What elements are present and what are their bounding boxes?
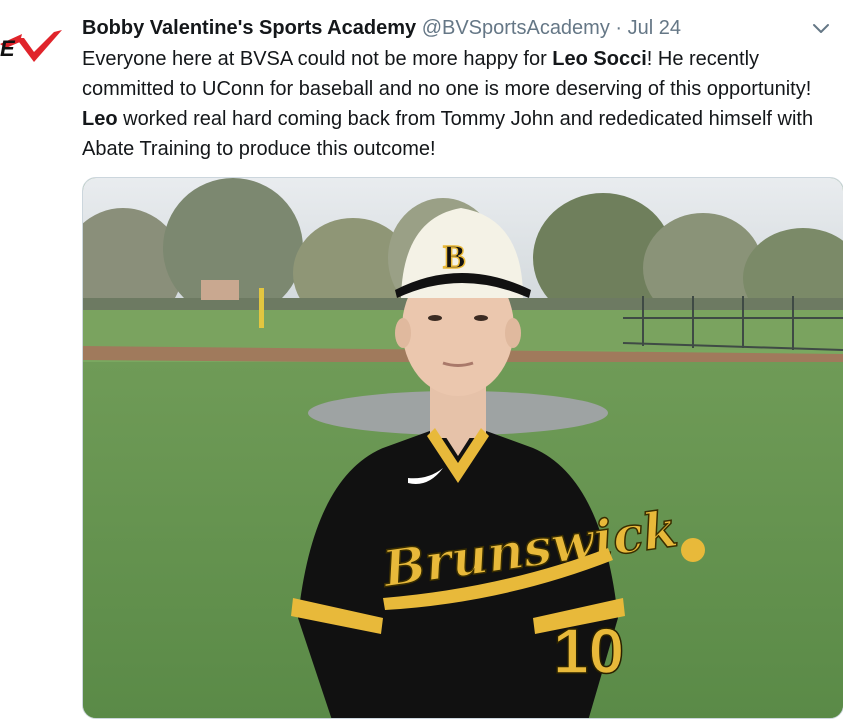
tweet-text-segment: worked real hard coming back from Tommy … <box>82 108 814 160</box>
separator-dot: · <box>615 17 623 39</box>
tweet[interactable]: E Bobby Valentine's Sports Academy @BVSp… <box>0 0 843 719</box>
mention-text: Leo Socci <box>552 48 647 70</box>
svg-text:E: E <box>0 36 16 61</box>
bv-logo-icon: E <box>0 30 62 62</box>
tweet-date[interactable]: Jul 24 <box>628 17 681 39</box>
tweet-text: Everyone here at BVSA could not be more … <box>82 44 822 164</box>
tweet-photo[interactable]: B Brunswick 10 <box>82 177 843 719</box>
photo-illustration: B Brunswick 10 <box>83 178 843 718</box>
chevron-down-icon[interactable] <box>809 16 833 40</box>
tweet-header: Bobby Valentine's Sports Academy @BVSpor… <box>82 14 802 42</box>
author-handle[interactable]: @BVSportsAcademy <box>422 17 610 39</box>
author-avatar[interactable]: E <box>0 26 66 66</box>
cap-letter: B <box>443 239 466 276</box>
jersey-number: 10 <box>553 615 624 687</box>
tweet-text-segment: Everyone here at BVSA could not be more … <box>82 48 553 70</box>
author-name[interactable]: Bobby Valentine's Sports Academy <box>82 17 416 39</box>
mention-text: Leo <box>82 108 118 130</box>
